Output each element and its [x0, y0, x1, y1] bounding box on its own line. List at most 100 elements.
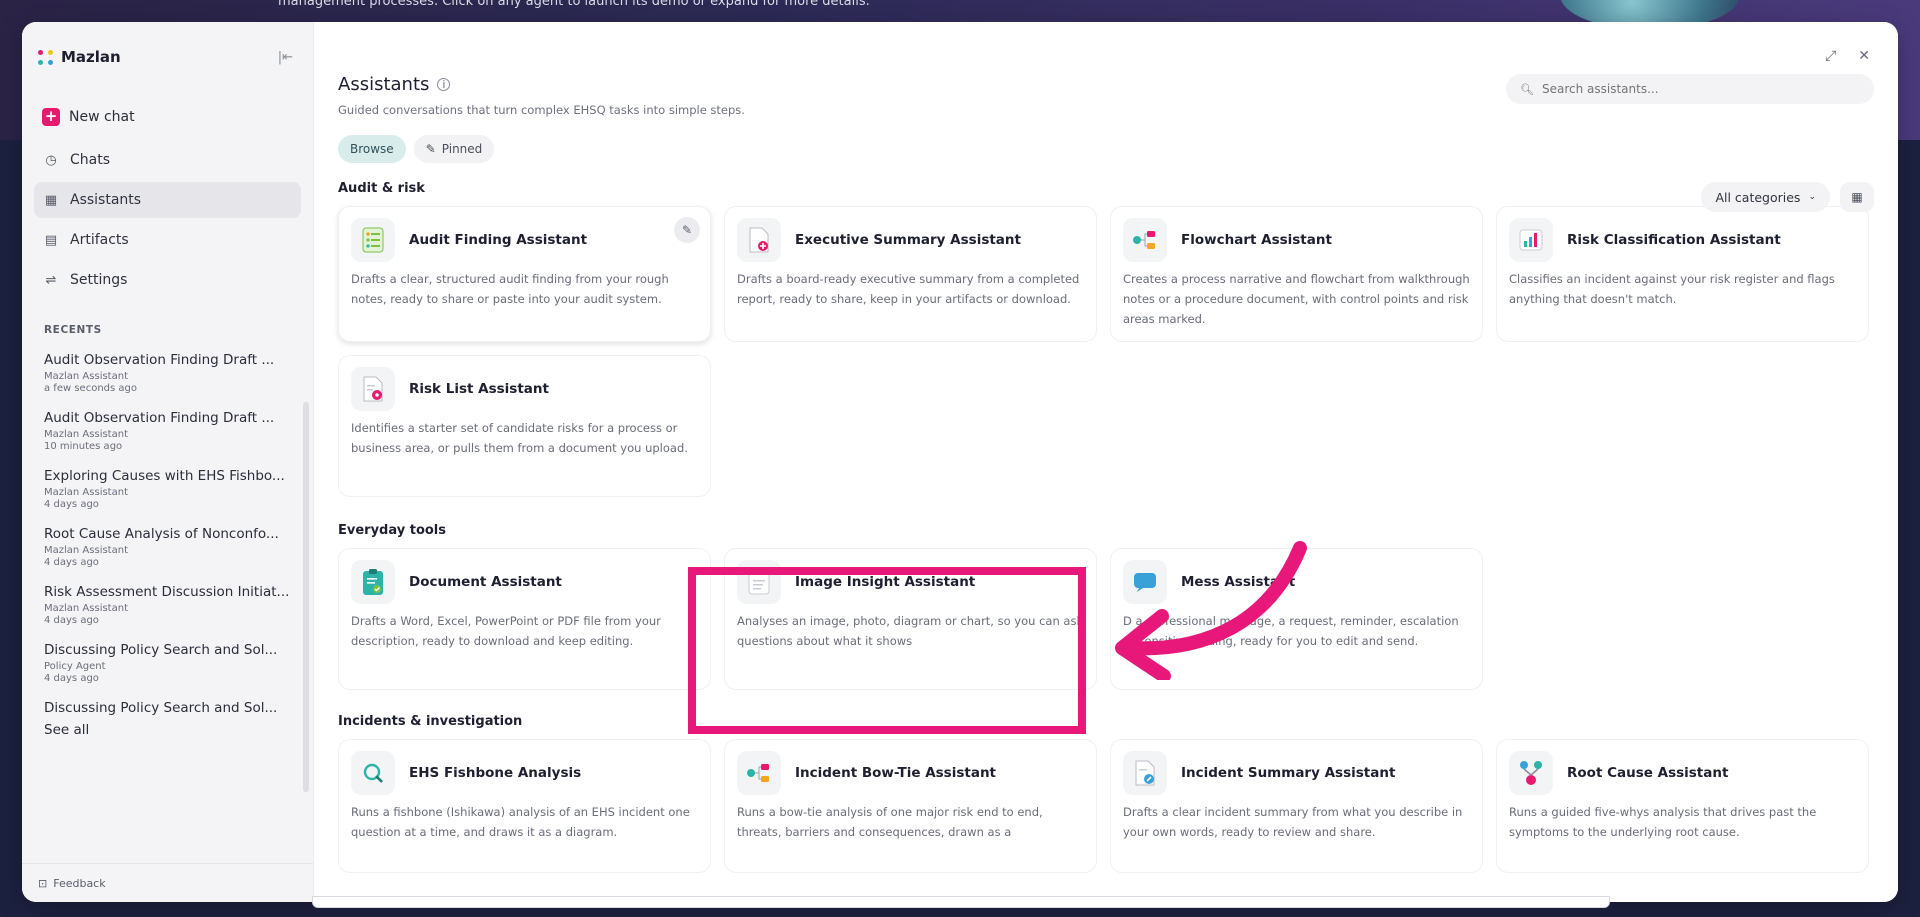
pin-icon[interactable]: ✎ — [674, 217, 700, 243]
recent-chat-item[interactable]: Root Cause Analysis of Nonconfo... Mazla… — [44, 520, 299, 578]
chat-icon: ◷ — [45, 152, 57, 168]
brand: Mazlan |⇤ — [22, 22, 313, 92]
see-all-link[interactable]: See all — [44, 722, 291, 738]
card-description: Creates a process narrative and flowchar… — [1123, 272, 1470, 326]
new-chat-button[interactable]: + New chat — [34, 100, 301, 134]
category-select-label: All categories — [1715, 189, 1801, 205]
pin-icon: ✎ — [425, 142, 436, 156]
sidebar-item-chats[interactable]: ◷ Chats — [34, 142, 301, 178]
assistant-card[interactable]: Document Assistant Drafts a Word, Excel,… — [338, 548, 711, 690]
sidebar-scrollbar[interactable] — [303, 402, 309, 792]
content: 🔍︎ Assistants i Guided conversations tha… — [338, 74, 1874, 873]
search-q-icon — [351, 751, 395, 795]
recent-chat-item[interactable]: Audit Observation Finding Draft ... Mazl… — [44, 346, 299, 404]
card-description: Drafts a board-ready executive summary f… — [737, 272, 1080, 306]
recent-title: Root Cause Analysis of Nonconfo... — [44, 526, 279, 542]
close-icon[interactable]: ✕ — [1858, 48, 1870, 64]
brand-name: Mazlan — [61, 48, 121, 66]
recent-chat-item[interactable]: Exploring Causes with EHS Fishbo... Mazl… — [44, 462, 299, 520]
card-description: Drafts a Word, Excel, PowerPoint or PDF … — [351, 614, 661, 648]
sliders-icon: ⇌ — [45, 272, 57, 288]
assistant-card[interactable]: Incident Bow-Tie Assistant Runs a bow-ti… — [724, 739, 1097, 873]
window-controls: ⤢ ✕ — [1825, 48, 1870, 64]
card-title: Incident Summary Assistant — [1181, 765, 1396, 781]
section-title: Incidents & investigation — [338, 714, 523, 729]
search-input[interactable] — [1541, 82, 1842, 96]
page-subtitle: Guided conversations that turn complex E… — [338, 103, 745, 117]
assistant-card[interactable]: Mess Assistant D a professional message,… — [1110, 548, 1483, 690]
sidebar-item-artifacts[interactable]: ▤ Artifacts — [34, 222, 301, 258]
recent-chat-item[interactable]: Audit Observation Finding Draft ... Mazl… — [44, 404, 299, 462]
sidebar-item-label: Chats — [70, 152, 111, 168]
card-title: Audit Finding Assistant — [409, 232, 588, 248]
sidebar-item-settings[interactable]: ⇌ Settings — [34, 262, 301, 298]
card-title: Document Assistant — [409, 574, 562, 590]
assistant-card[interactable]: Flowchart Assistant Creates a process na… — [1110, 206, 1483, 342]
sidebar-item-label: Assistants — [70, 192, 142, 208]
recent-chat-item[interactable]: Discussing Policy Search and Sol... Poli… — [44, 636, 299, 694]
page-title: Assistants — [338, 74, 430, 95]
recent-time: 4 days ago — [44, 499, 99, 510]
card-grid: EHS Fishbone Analysis Runs a fishbone (I… — [338, 739, 1874, 873]
sidebar: Mazlan |⇤ + New chat ◷ Chats ▦ Assistant… — [22, 22, 314, 902]
recent-chat-item[interactable]: Discussing Policy Search and Sol... — [44, 694, 299, 718]
bar-chart-icon — [1509, 218, 1553, 262]
card-title: EHS Fishbone Analysis — [409, 765, 582, 781]
card-description: Runs a guided five-whys analysis that dr… — [1509, 805, 1817, 839]
sidebar-item-label: Artifacts — [70, 232, 129, 248]
doc-alert-icon — [351, 367, 395, 411]
hero-text: management processes. Click on any agent… — [278, 0, 870, 9]
tab-label: Pinned — [441, 142, 483, 156]
collapse-sidebar-icon[interactable]: |⇤ — [278, 50, 293, 65]
grid-view-icon[interactable]: ▦ — [1840, 182, 1874, 212]
plus-icon: + — [42, 108, 60, 126]
recent-time: 10 minutes ago — [44, 441, 123, 452]
recent-agent: Mazlan Assistant — [44, 603, 128, 614]
assistant-card[interactable]: Risk List Assistant Identifies a starter… — [338, 355, 711, 497]
assistant-card[interactable]: Image Insight Assistant Analyses an imag… — [724, 548, 1097, 690]
recent-agent: Mazlan Assistant — [44, 487, 128, 498]
sidebar-item-assistants[interactable]: ▦ Assistants — [34, 182, 301, 218]
search-box[interactable]: 🔍︎ — [1506, 74, 1874, 104]
recent-agent: Mazlan Assistant — [44, 429, 128, 440]
recents-heading: RECENTS — [44, 324, 102, 336]
tab-bar: Browse ✎ Pinned — [338, 135, 1874, 163]
grid-icon: ▦ — [44, 192, 58, 208]
card-title: Incident Bow-Tie Assistant — [795, 765, 997, 781]
feedback-button[interactable]: ⊡ Feedback — [38, 877, 106, 890]
assistant-card[interactable]: Executive Summary Assistant Drafts a boa… — [724, 206, 1097, 342]
assistant-card[interactable]: ✎ Audit Finding Assistant Drafts a clear… — [338, 206, 711, 342]
card-title: Risk Classification Assistant — [1567, 232, 1781, 248]
section-title: Everyday tools — [338, 523, 447, 538]
assistant-card[interactable]: Risk Classification Assistant Classifies… — [1496, 206, 1869, 342]
info-icon[interactable]: i — [437, 78, 451, 91]
doc-edit-icon — [1123, 751, 1167, 795]
flowchart-icon — [1123, 218, 1167, 262]
divider — [22, 863, 313, 864]
assistant-card[interactable]: Incident Summary Assistant Drafts a clea… — [1110, 739, 1483, 873]
assistant-card[interactable]: EHS Fishbone Analysis Runs a fishbone (I… — [338, 739, 711, 873]
brand-logo-icon — [38, 49, 53, 65]
recent-title: Risk Assessment Discussion Initiat... — [44, 584, 290, 600]
section-title: Audit & risk — [338, 181, 425, 196]
card-title: Image Insight Assistant — [795, 574, 976, 590]
recent-agent: Mazlan Assistant — [44, 545, 128, 556]
recent-time: 4 days ago — [44, 615, 99, 626]
clipboard-check-icon — [351, 560, 395, 604]
expand-icon[interactable]: ⤢ — [1825, 48, 1836, 64]
recent-chat-item[interactable]: Risk Assessment Discussion Initiat... Ma… — [44, 578, 299, 636]
category-select[interactable]: All categories ⌄ — [1701, 182, 1830, 212]
card-title: Executive Summary Assistant — [795, 232, 1021, 248]
assistant-card[interactable]: Root Cause Assistant Runs a guided five-… — [1496, 739, 1869, 873]
card-title: Flowchart Assistant — [1181, 232, 1332, 248]
recent-title: Audit Observation Finding Draft ... — [44, 352, 275, 368]
tab-pinned[interactable]: ✎ Pinned — [413, 135, 495, 163]
card-description: Drafts a clear, structured audit finding… — [351, 272, 669, 306]
image-doc-icon — [737, 560, 781, 604]
chevron-down-icon: ⌄ — [1808, 192, 1816, 202]
card-description: Runs a bow-tie analysis of one major ris… — [737, 805, 1043, 839]
tab-browse[interactable]: Browse — [338, 135, 406, 163]
recent-title: Audit Observation Finding Draft ... — [44, 410, 275, 426]
recent-title: Discussing Policy Search and Sol... — [44, 700, 278, 716]
search-icon: 🔍︎ — [1520, 82, 1534, 96]
